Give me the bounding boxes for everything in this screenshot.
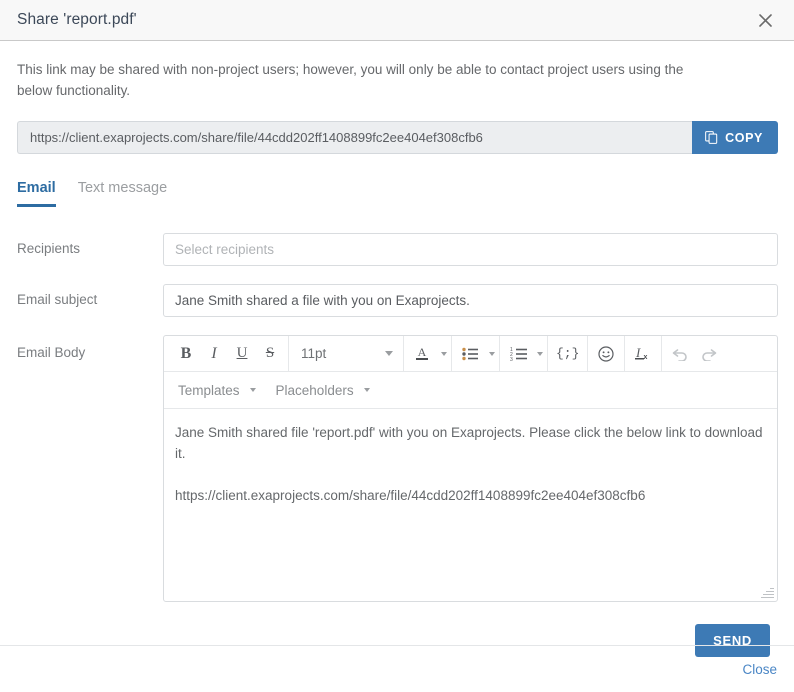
toolbar-group-numbered-list: 1 2 3	[500, 336, 548, 371]
undo-button[interactable]	[666, 341, 694, 367]
underline-button[interactable]: U	[228, 341, 256, 367]
templates-dropdown[interactable]: Templates	[168, 377, 266, 403]
bullet-list-icon	[456, 341, 484, 367]
clear-formatting-icon: I x	[634, 345, 652, 362]
modal-footer: Close	[0, 645, 794, 692]
intro-text: This link may be shared with non-project…	[17, 62, 684, 98]
redo-button[interactable]	[694, 341, 722, 367]
share-link-row: COPY	[17, 121, 778, 154]
close-link[interactable]: Close	[742, 662, 777, 677]
clear-formatting-button[interactable]: I x	[629, 341, 657, 367]
share-method-tabs: Email Text message	[17, 180, 778, 207]
toolbar-group-fontsize: 11pt	[289, 336, 404, 371]
italic-button[interactable]: I	[200, 341, 228, 367]
toolbar-group-textcolor: A	[404, 336, 452, 371]
editor-toolbar-row-1: B I U S 11pt A 1 2 3 {;} I x	[164, 336, 777, 372]
chevron-down-icon	[249, 388, 256, 392]
modal-body: This link may be shared with non-project…	[0, 41, 794, 657]
toolbar-group-lists	[452, 336, 500, 371]
chevron-down-icon	[537, 351, 543, 356]
emoji-icon	[598, 345, 615, 362]
recipients-input[interactable]	[163, 233, 778, 266]
copy-icon	[705, 131, 718, 144]
subject-row: Email subject	[17, 284, 778, 317]
recipients-label: Recipients	[17, 241, 81, 256]
font-size-select[interactable]: 11pt	[293, 341, 399, 367]
numbered-list-icon: 1 2 3	[504, 341, 532, 367]
text-color-icon: A	[408, 341, 436, 367]
toolbar-group-code: {;}	[548, 336, 589, 371]
share-link-input[interactable]	[17, 121, 693, 154]
placeholders-label: Placeholders	[275, 382, 354, 398]
svg-text:I: I	[635, 345, 641, 360]
editor-resize-handle[interactable]	[761, 585, 775, 599]
emoji-button[interactable]	[592, 341, 620, 367]
svg-text:A: A	[418, 345, 427, 359]
chevron-down-icon	[489, 351, 495, 356]
bold-button[interactable]: B	[172, 341, 200, 367]
editor-toolbar-row-2: Templates Placeholders	[164, 372, 777, 408]
code-button[interactable]: {;}	[552, 341, 583, 367]
text-color-button[interactable]: A	[408, 341, 447, 367]
modal-header: Share 'report.pdf'	[0, 0, 794, 41]
body-row: Email Body B I U S 11pt A 1 2 3 {;} I x …	[17, 335, 778, 657]
tab-email[interactable]: Email	[17, 180, 56, 207]
chevron-down-icon	[441, 351, 447, 356]
svg-text:3: 3	[510, 357, 513, 361]
toolbar-group-style: B I U S	[168, 336, 289, 371]
subject-input[interactable]	[163, 284, 778, 317]
strikethrough-button[interactable]: S	[256, 341, 284, 367]
toolbar-group-emoji	[588, 336, 626, 371]
placeholders-dropdown[interactable]: Placeholders	[266, 377, 380, 403]
chevron-down-icon	[363, 388, 370, 392]
body-label: Email Body	[17, 345, 86, 360]
redo-icon	[700, 347, 717, 361]
rich-text-editor: B I U S 11pt A 1 2 3 {;} I x Templates P…	[163, 335, 778, 602]
email-body-paragraph-1: Jane Smith shared file 'report.pdf' with…	[175, 425, 763, 461]
close-icon[interactable]	[752, 7, 778, 33]
chevron-down-icon	[385, 351, 393, 356]
page-title: Share 'report.pdf'	[17, 11, 137, 28]
toolbar-group-history	[662, 336, 726, 371]
tab-text-message[interactable]: Text message	[78, 180, 167, 206]
email-body-editor[interactable]: Jane Smith shared file 'report.pdf' with…	[164, 408, 777, 601]
font-size-value: 11pt	[301, 346, 327, 361]
recipients-row: Recipients	[17, 233, 778, 266]
email-body-paragraph-2: https://client.exaprojects.com/share/fil…	[175, 488, 646, 503]
copy-button[interactable]: COPY	[692, 121, 778, 154]
numbered-list-button[interactable]: 1 2 3	[504, 341, 543, 367]
undo-icon	[672, 347, 689, 361]
svg-text:x: x	[644, 354, 648, 361]
subject-label: Email subject	[17, 292, 98, 307]
bullet-list-button[interactable]	[456, 341, 495, 367]
copy-button-label: COPY	[725, 130, 763, 145]
toolbar-group-clear-format: I x	[625, 336, 663, 371]
templates-label: Templates	[178, 382, 240, 398]
